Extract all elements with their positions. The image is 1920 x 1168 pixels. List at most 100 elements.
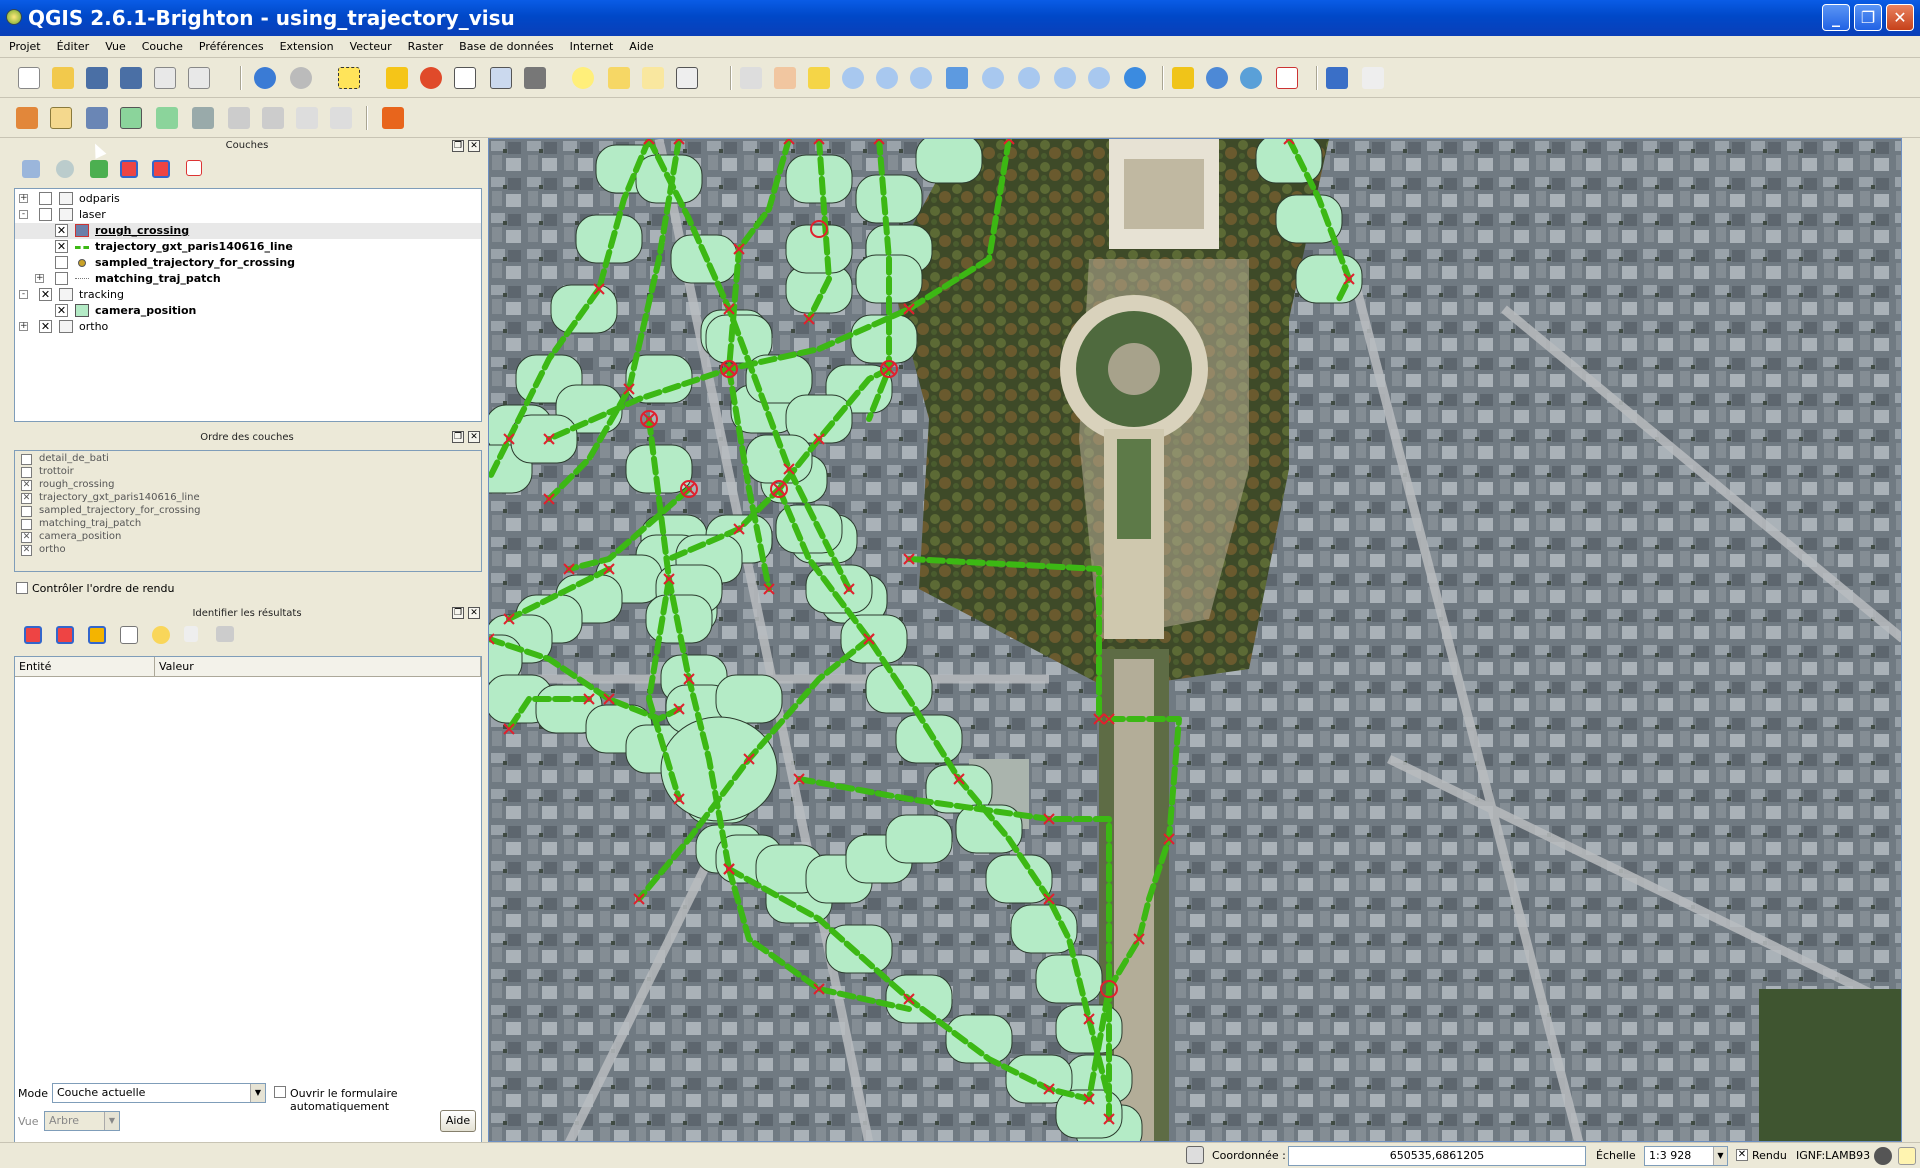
layer-tree-item[interactable]: + matching_traj_patch xyxy=(15,271,481,287)
wkt-icon[interactable] xyxy=(1276,67,1298,89)
value-column-header[interactable]: Valeur xyxy=(155,657,481,677)
copy-attributes-icon[interactable] xyxy=(184,626,198,642)
menu-aide[interactable]: Aide xyxy=(620,36,660,53)
attribute-table-icon[interactable] xyxy=(454,67,476,89)
expand-new-results-icon[interactable] xyxy=(88,626,106,644)
layer-visibility-checkbox[interactable]: ✕ xyxy=(39,288,52,301)
maximize-button[interactable]: ❐ xyxy=(1854,4,1882,31)
open-project-icon[interactable] xyxy=(52,67,74,89)
measure-line-icon[interactable] xyxy=(524,67,546,89)
layer-visibility-checkbox[interactable]: ✕ xyxy=(39,320,52,333)
float-order-dock-icon[interactable]: ❐ xyxy=(452,431,464,443)
collapse-all-icon[interactable] xyxy=(152,160,170,178)
save-as-icon[interactable] xyxy=(120,67,142,89)
map-canvas[interactable] xyxy=(488,138,1902,1142)
help-contents-icon[interactable] xyxy=(1326,67,1348,89)
layer-order-checkbox[interactable] xyxy=(21,519,32,530)
move-feature-icon[interactable] xyxy=(156,107,178,129)
menu-internet[interactable]: Internet xyxy=(561,36,621,53)
coordinate-toggle-icon[interactable] xyxy=(1186,1146,1204,1164)
print-results-icon[interactable] xyxy=(216,626,234,642)
menu-raster[interactable]: Raster xyxy=(399,36,450,53)
add-group-icon[interactable] xyxy=(22,160,40,178)
expand-icon[interactable]: + xyxy=(35,274,44,283)
zoom-to-layer-icon[interactable] xyxy=(1018,67,1040,89)
paste-features-icon[interactable] xyxy=(330,107,352,129)
manage-visibility-icon[interactable] xyxy=(56,160,74,178)
menu-base-de-donnees[interactable]: Base de données xyxy=(450,36,560,53)
close-window-button[interactable]: ✕ xyxy=(1886,4,1914,31)
menu-extension[interactable]: Extension xyxy=(271,36,341,53)
pan-hand-icon[interactable] xyxy=(774,67,796,89)
print-composer-icon[interactable] xyxy=(154,67,176,89)
zoom-last-icon[interactable] xyxy=(1054,67,1076,89)
messages-warning-icon[interactable] xyxy=(1898,1147,1916,1165)
select-feature-icon[interactable] xyxy=(338,67,360,89)
menu-projet[interactable]: Projet xyxy=(0,36,48,53)
layer-order-checkbox[interactable] xyxy=(21,506,32,517)
layer-visibility-checkbox[interactable] xyxy=(39,192,52,205)
deselect-icon[interactable] xyxy=(386,67,408,89)
collapse-icon[interactable]: - xyxy=(19,290,28,299)
zoom-full-icon[interactable] xyxy=(946,67,968,89)
refresh-icon[interactable] xyxy=(1124,67,1146,89)
layer-visibility-checkbox[interactable] xyxy=(39,208,52,221)
layer-order-checkbox[interactable]: ✕ xyxy=(21,493,32,504)
zoom-out-icon[interactable] xyxy=(876,67,898,89)
view-select[interactable]: Arbre ▼ xyxy=(44,1111,120,1131)
new-project-icon[interactable] xyxy=(18,67,40,89)
expand-all-icon[interactable] xyxy=(120,160,138,178)
float-dock-icon[interactable]: ❐ xyxy=(452,140,464,152)
toggle-editing-icon[interactable] xyxy=(50,107,72,129)
text-annotation-icon[interactable] xyxy=(676,67,698,89)
layer-tree-item[interactable]: + odparis xyxy=(15,191,481,207)
help-button[interactable]: Aide xyxy=(440,1110,476,1132)
menu-preferences[interactable]: Préférences xyxy=(190,36,271,53)
current-edits-icon[interactable] xyxy=(16,107,38,129)
layer-tree-item[interactable]: - ✕ tracking xyxy=(15,287,481,303)
show-bookmarks-icon[interactable] xyxy=(642,67,664,89)
close-identify-dock-icon[interactable]: ✕ xyxy=(468,607,480,619)
layer-tree-item[interactable]: sampled_trajectory_for_crossing xyxy=(15,255,481,271)
add-feature-icon[interactable] xyxy=(120,107,142,129)
field-calculator-icon[interactable] xyxy=(490,67,512,89)
cut-features-icon[interactable] xyxy=(262,107,284,129)
layer-tree-item[interactable]: ✕ camera_position xyxy=(15,303,481,319)
coordinate-field[interactable]: 650535,6861205 xyxy=(1288,1146,1586,1166)
pan-to-selection-icon[interactable] xyxy=(808,67,830,89)
minimize-button[interactable]: _ xyxy=(1822,4,1850,31)
menu-vue[interactable]: Vue xyxy=(96,36,133,53)
menu-editer[interactable]: Éditer xyxy=(48,36,97,53)
layer-order-checkbox[interactable]: ✕ xyxy=(21,532,32,543)
composer-manager-icon[interactable] xyxy=(188,67,210,89)
collapse-tree-icon[interactable] xyxy=(56,626,74,644)
mode-select[interactable]: Couche actuelle ▼ xyxy=(52,1083,266,1103)
layer-visibility-checkbox[interactable] xyxy=(55,256,68,269)
save-project-icon[interactable] xyxy=(86,67,108,89)
layer-order-checkbox[interactable]: ✕ xyxy=(21,480,32,491)
identify-icon[interactable] xyxy=(254,67,276,89)
remove-layer-icon[interactable] xyxy=(186,160,202,176)
layer-tree-item[interactable]: + ✕ ortho xyxy=(15,319,481,335)
text-label-icon[interactable] xyxy=(382,107,404,129)
zoom-native-icon[interactable] xyxy=(910,67,932,89)
layer-tree-item[interactable]: ✕ trajectory_gxt_paris140616_line xyxy=(15,239,481,255)
layer-visibility-checkbox[interactable]: ✕ xyxy=(55,224,68,237)
entity-column-header[interactable]: Entité xyxy=(15,657,155,677)
zoom-to-selection-icon[interactable] xyxy=(982,67,1004,89)
plugin-globe-icon[interactable] xyxy=(1240,67,1262,89)
layer-order-checkbox[interactable] xyxy=(21,467,32,478)
expand-tree-icon[interactable] xyxy=(24,626,42,644)
layer-visibility-checkbox[interactable] xyxy=(55,272,68,285)
zoom-in-icon[interactable] xyxy=(842,67,864,89)
menu-vecteur[interactable]: Vecteur xyxy=(341,36,399,53)
menu-couche[interactable]: Couche xyxy=(133,36,190,53)
scale-field[interactable]: 1:3 928 ▼ xyxy=(1644,1146,1728,1166)
touch-zoom-icon[interactable] xyxy=(740,67,762,89)
render-checkbox[interactable]: ✕ xyxy=(1736,1149,1748,1161)
layer-tree-item[interactable]: ✕ rough_crossing xyxy=(15,223,481,239)
measure-icon[interactable] xyxy=(290,67,312,89)
delete-selected-icon[interactable] xyxy=(228,107,250,129)
expand-icon[interactable]: + xyxy=(19,194,28,203)
expression-select-icon[interactable] xyxy=(420,67,442,89)
